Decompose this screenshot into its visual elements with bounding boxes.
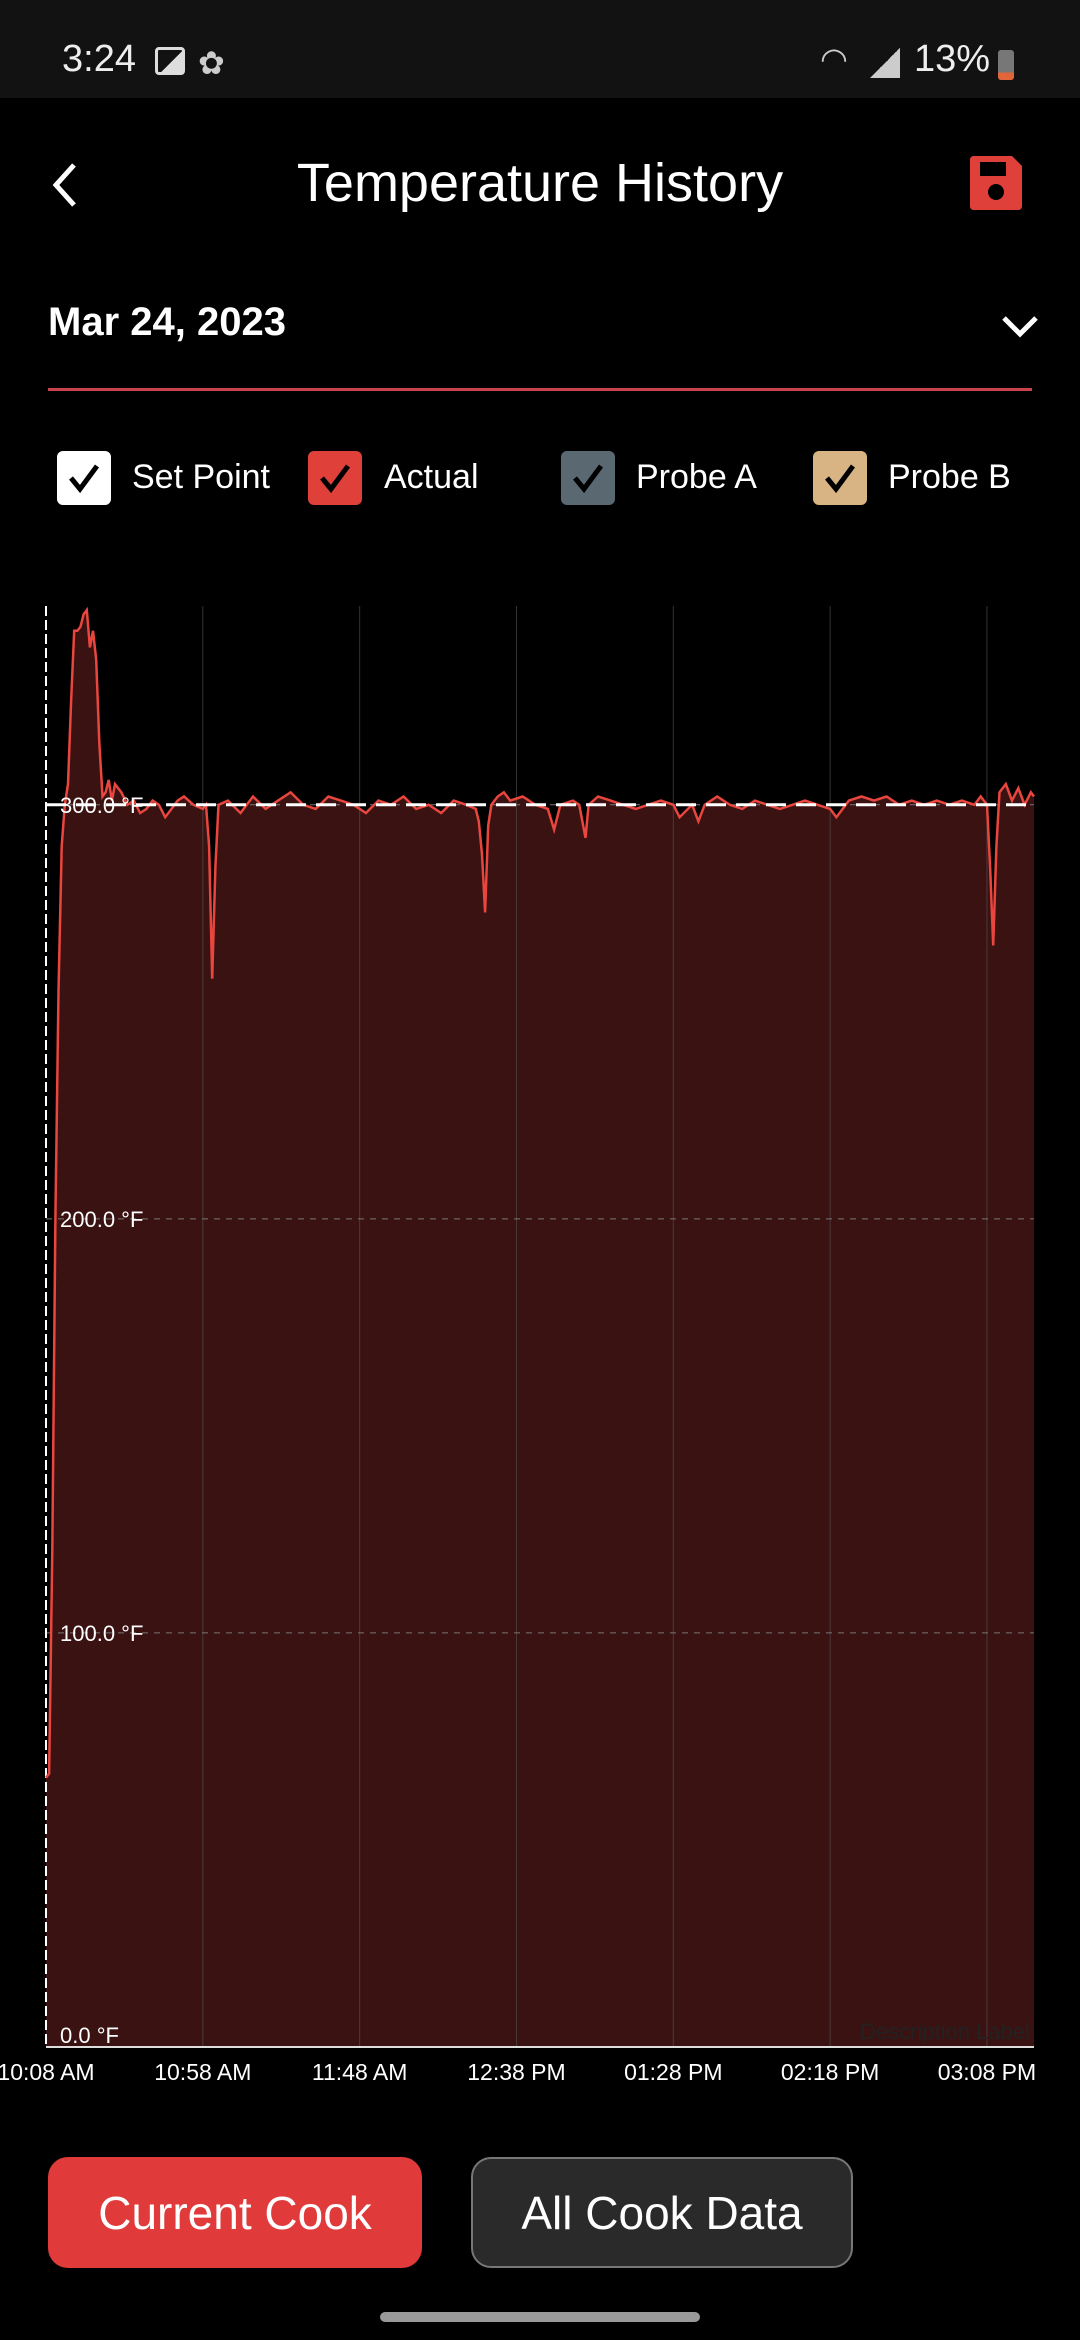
set-point-label: Set Point: [132, 458, 270, 496]
x-tick-label: 01:28 PM: [624, 2059, 722, 2085]
checkmark-icon: [825, 464, 856, 494]
checkmark-icon: [69, 464, 100, 494]
signal-icon: [870, 48, 900, 78]
probe-b-label: Probe B: [888, 458, 1011, 496]
floppy-disk-icon: [970, 156, 1022, 210]
y-tick-label: 100.0 °F: [60, 1621, 143, 1646]
description-label: Description Label: [860, 2019, 1030, 2044]
battery-level: 13%: [913, 38, 990, 80]
actual-checkbox[interactable]: [308, 451, 362, 505]
x-tick-label: 03:08 PM: [938, 2059, 1036, 2085]
date-value: Mar 24, 2023: [48, 300, 286, 344]
chevron-down-icon: [1002, 316, 1038, 338]
home-indicator[interactable]: [380, 2312, 700, 2322]
y-tick-label: 0.0 °F: [60, 2023, 119, 2048]
all-cook-data-button[interactable]: All Cook Data: [471, 2157, 853, 2268]
save-button[interactable]: [966, 154, 1026, 212]
x-tick-label: 11:48 AM: [312, 2059, 407, 2085]
status-time: 3:24: [62, 38, 136, 80]
probe-b-checkbox[interactable]: [813, 451, 867, 505]
page-title: Temperature History: [296, 153, 784, 213]
actual-label: Actual: [384, 458, 479, 496]
x-tick-label: 02:18 PM: [781, 2059, 879, 2085]
current-cook-button[interactable]: Current Cook: [48, 2157, 422, 2268]
x-tick-label: 10:58 AM: [154, 2059, 251, 2085]
y-tick-label: 300.0 °F: [60, 793, 143, 818]
status-bar: 3:24 ✿ ◠ 13%: [0, 0, 1080, 98]
set-point-checkbox[interactable]: [57, 451, 111, 505]
y-tick-label: 200.0 °F: [60, 1207, 143, 1232]
x-tick-label: 12:38 PM: [467, 2059, 565, 2085]
battery-icon: [998, 50, 1014, 80]
date-underline: [48, 388, 1032, 391]
date-selector[interactable]: Mar 24, 2023: [0, 280, 1080, 390]
wifi-icon: ◠: [820, 41, 848, 77]
probe-a-checkbox[interactable]: [561, 451, 615, 505]
actual-area-fill: [46, 610, 1034, 2047]
x-tick-label: 10:08 AM: [0, 2059, 95, 2085]
gallery-icon: [155, 47, 185, 75]
checkmark-icon: [573, 464, 604, 494]
probe-a-label: Probe A: [636, 458, 757, 496]
temperature-chart[interactable]: 0.0 °F 100.0 °F 200.0 °F 300.0 °F 10:08 AM 10…: [0, 560, 1080, 2100]
checkmark-icon: [320, 464, 351, 494]
app-notification-icon: ✿: [198, 45, 225, 81]
